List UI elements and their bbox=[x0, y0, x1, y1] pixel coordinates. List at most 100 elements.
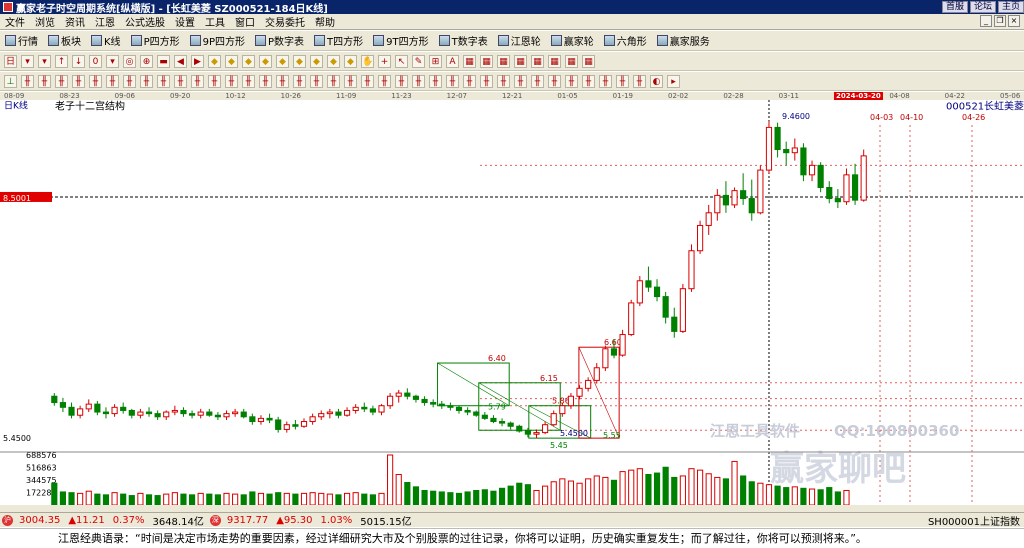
line-tool-icon-14[interactable]: ╫ bbox=[242, 74, 255, 88]
menu-trade[interactable]: 交易委托 bbox=[260, 14, 310, 29]
menu-tools[interactable]: 工具 bbox=[200, 14, 230, 29]
draw-tool-icon-13[interactable]: ◆ bbox=[225, 54, 238, 68]
line-tool-icon-28[interactable]: ╫ bbox=[480, 74, 493, 88]
draw-tool-icon-34[interactable]: ▦ bbox=[582, 54, 595, 68]
line-tool-icon-11[interactable]: ╫ bbox=[191, 74, 204, 88]
toolbar-hexagon-button[interactable]: 六角形 bbox=[599, 33, 652, 48]
draw-tool-icon-31[interactable]: ▦ bbox=[531, 54, 544, 68]
line-tool-icon-24[interactable]: ╫ bbox=[412, 74, 425, 88]
draw-tool-icon-30[interactable]: ▦ bbox=[514, 54, 527, 68]
line-tool-icon-13[interactable]: ╫ bbox=[225, 74, 238, 88]
draw-tool-icon-16[interactable]: ◆ bbox=[276, 54, 289, 68]
line-tool-icon-6[interactable]: ╫ bbox=[106, 74, 119, 88]
draw-tool-icon-18[interactable]: ◆ bbox=[310, 54, 323, 68]
menu-gann[interactable]: 江恩 bbox=[90, 14, 120, 29]
line-tool-icon-0[interactable]: ⊥ bbox=[4, 74, 17, 88]
line-tool-icon-21[interactable]: ╫ bbox=[361, 74, 374, 88]
title-button-forum[interactable]: 论坛 bbox=[969, 1, 996, 13]
toolbar-sector-button[interactable]: 板块 bbox=[43, 33, 86, 48]
line-tool-icon-4[interactable]: ╫ bbox=[72, 74, 85, 88]
draw-tool-icon-22[interactable]: + bbox=[378, 54, 391, 68]
line-tool-icon-8[interactable]: ╫ bbox=[140, 74, 153, 88]
line-tool-icon-17[interactable]: ╫ bbox=[293, 74, 306, 88]
draw-tool-icon-20[interactable]: ◆ bbox=[344, 54, 357, 68]
line-tool-icon-7[interactable]: ╫ bbox=[123, 74, 136, 88]
line-tool-icon-33[interactable]: ╫ bbox=[565, 74, 578, 88]
menu-file[interactable]: 文件 bbox=[0, 14, 30, 29]
draw-tool-icon-15[interactable]: ◆ bbox=[259, 54, 272, 68]
draw-tool-icon-19[interactable]: ◆ bbox=[327, 54, 340, 68]
draw-tool-icon-26[interactable]: A bbox=[446, 54, 459, 68]
close-icon[interactable]: × bbox=[1008, 15, 1020, 27]
title-button-shoufu[interactable]: 首服 bbox=[941, 1, 968, 13]
draw-tool-icon-11[interactable]: ▶ bbox=[191, 54, 204, 68]
line-tool-icon-32[interactable]: ╫ bbox=[548, 74, 561, 88]
line-tool-icon-22[interactable]: ╫ bbox=[378, 74, 391, 88]
line-tool-icon-10[interactable]: ╫ bbox=[174, 74, 187, 88]
draw-tool-icon-9[interactable]: ▬ bbox=[157, 54, 170, 68]
draw-tool-icon-10[interactable]: ◀ bbox=[174, 54, 187, 68]
line-tool-icon-30[interactable]: ╫ bbox=[514, 74, 527, 88]
line-tool-icon-12[interactable]: ╫ bbox=[208, 74, 221, 88]
toolbar-t-square-button[interactable]: T四方形 bbox=[309, 33, 368, 48]
toolbar-service-button[interactable]: 赢家服务 bbox=[652, 33, 715, 48]
line-tool-icon-2[interactable]: ╫ bbox=[38, 74, 51, 88]
line-tool-icon-34[interactable]: ╫ bbox=[582, 74, 595, 88]
line-tool-icon-18[interactable]: ╫ bbox=[310, 74, 323, 88]
line-tool-icon-37[interactable]: ╫ bbox=[633, 74, 646, 88]
draw-tool-icon-23[interactable]: ↖ bbox=[395, 54, 408, 68]
line-tool-icon-3[interactable]: ╫ bbox=[55, 74, 68, 88]
draw-tool-icon-29[interactable]: ▦ bbox=[497, 54, 510, 68]
draw-tool-icon-3[interactable]: ↑ bbox=[55, 54, 68, 68]
status-right-label[interactable]: SH000001上证指数 bbox=[924, 513, 1024, 528]
line-tool-icon-27[interactable]: ╫ bbox=[463, 74, 476, 88]
toolbar-p-square-button[interactable]: P四方形 bbox=[126, 33, 185, 48]
line-tool-icon-26[interactable]: ╫ bbox=[446, 74, 459, 88]
toolbar-winner-wheel-button[interactable]: 赢家轮 bbox=[546, 33, 599, 48]
line-tool-icon-23[interactable]: ╫ bbox=[395, 74, 408, 88]
menu-news[interactable]: 资讯 bbox=[60, 14, 90, 29]
draw-tool-icon-21[interactable]: ✋ bbox=[361, 54, 374, 68]
draw-tool-icon-5[interactable]: 0 bbox=[89, 54, 102, 68]
toolbar-t-number-button[interactable]: T数字表 bbox=[434, 33, 493, 48]
menu-browse[interactable]: 浏览 bbox=[30, 14, 60, 29]
draw-tool-icon-8[interactable]: ⊕ bbox=[140, 54, 153, 68]
line-tool-icon-20[interactable]: ╫ bbox=[344, 74, 357, 88]
menu-formula[interactable]: 公式选股 bbox=[120, 14, 170, 29]
line-tool-icon-15[interactable]: ╫ bbox=[259, 74, 272, 88]
draw-tool-icon-28[interactable]: ▦ bbox=[480, 54, 493, 68]
kline-chart[interactable]: 日K线 老子十二宫结构 000521 长虹美菱 8.5001 5.4500 04-03 04-… bbox=[0, 100, 1024, 512]
draw-tool-icon-27[interactable]: ▦ bbox=[463, 54, 476, 68]
line-tool-icon-39[interactable]: ▸ bbox=[667, 74, 680, 88]
draw-tool-icon-7[interactable]: ◎ bbox=[123, 54, 136, 68]
line-tool-icon-5[interactable]: ╫ bbox=[89, 74, 102, 88]
toolbar-9p-square-button[interactable]: 9P四方形 bbox=[185, 33, 250, 48]
line-tool-icon-35[interactable]: ╫ bbox=[599, 74, 612, 88]
title-button-home[interactable]: 主页 bbox=[997, 1, 1024, 13]
draw-tool-icon-6[interactable]: ▾ bbox=[106, 54, 119, 68]
line-tool-icon-29[interactable]: ╫ bbox=[497, 74, 510, 88]
minimize-icon[interactable]: _ bbox=[980, 15, 992, 27]
draw-tool-icon-2[interactable]: ▾ bbox=[38, 54, 51, 68]
draw-tool-icon-1[interactable]: ▾ bbox=[21, 54, 34, 68]
draw-tool-icon-17[interactable]: ◆ bbox=[293, 54, 306, 68]
line-tool-icon-25[interactable]: ╫ bbox=[429, 74, 442, 88]
line-tool-icon-19[interactable]: ╫ bbox=[327, 74, 340, 88]
line-tool-icon-16[interactable]: ╫ bbox=[276, 74, 289, 88]
line-tool-icon-36[interactable]: ╫ bbox=[616, 74, 629, 88]
menu-help[interactable]: 帮助 bbox=[310, 14, 340, 29]
draw-tool-icon-24[interactable]: ✎ bbox=[412, 54, 425, 68]
line-tool-icon-1[interactable]: ╫ bbox=[21, 74, 34, 88]
line-tool-icon-38[interactable]: ◐ bbox=[650, 74, 663, 88]
toolbar-gann-wheel-button[interactable]: 江恩轮 bbox=[493, 33, 546, 48]
draw-tool-icon-33[interactable]: ▦ bbox=[565, 54, 578, 68]
draw-tool-icon-14[interactable]: ◆ bbox=[242, 54, 255, 68]
line-tool-icon-31[interactable]: ╫ bbox=[531, 74, 544, 88]
menu-window[interactable]: 窗口 bbox=[230, 14, 260, 29]
draw-tool-icon-25[interactable]: ⊞ bbox=[429, 54, 442, 68]
toolbar-9t-square-button[interactable]: 9T四方形 bbox=[368, 33, 433, 48]
line-tool-icon-9[interactable]: ╫ bbox=[157, 74, 170, 88]
draw-tool-icon-0[interactable]: 日 bbox=[4, 54, 17, 68]
toolbar-kline-button[interactable]: K线 bbox=[86, 33, 126, 48]
toolbar-p-number-button[interactable]: P数字表 bbox=[250, 33, 309, 48]
